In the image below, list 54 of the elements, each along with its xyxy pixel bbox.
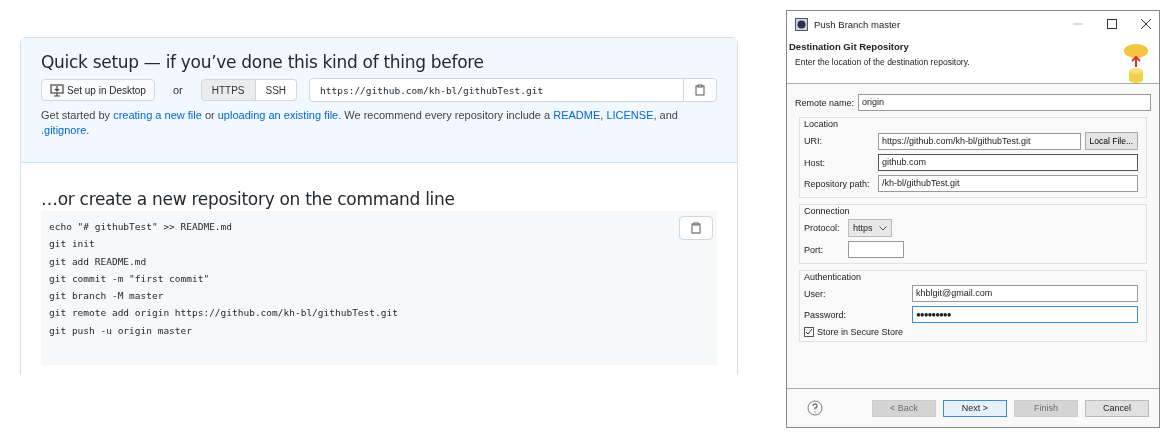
field-label: Repository path:: [804, 178, 871, 189]
field-label: Remote name:: [795, 97, 855, 108]
remote-name-field[interactable]: origin: [858, 94, 1151, 111]
user-field[interactable]: khblgit@gmail.com: [912, 285, 1138, 302]
code-line: echo "# githubTest" >> README.md: [49, 220, 233, 234]
group-label: Connection: [804, 206, 851, 216]
repository-path-field[interactable]: /kh-bl/githubTest.git: [878, 175, 1138, 192]
dialog-button[interactable]: Cancel: [1085, 399, 1149, 417]
host-field[interactable]: github.com: [878, 154, 1138, 171]
or-label: or: [172, 84, 183, 96]
checkbox-icon: [804, 327, 814, 337]
group-label: Location: [804, 119, 840, 129]
group-label: Authentication: [804, 272, 863, 282]
field-label: Protocol:: [804, 223, 841, 233]
cloud-upload-drawing: [1123, 41, 1149, 83]
clone-url-field[interactable]: https://github.com/kh-bl/githubTest.git: [309, 78, 717, 102]
clipboard-icon: [695, 84, 705, 96]
maximize-icon[interactable]: [1107, 19, 1117, 29]
code-line: git init: [49, 237, 95, 252]
code-line: git add README.md: [49, 254, 147, 269]
link[interactable]: uploading an existing file: [217, 109, 339, 121]
intro-text: Get started by creating a new file or uploading an existing file. We recommend every repository include a README, LICENSE, and .gitignore.: [41, 108, 679, 138]
code-line: git branch -M master: [49, 289, 164, 304]
copy-button[interactable]: [679, 216, 713, 240]
protocol-dropdown[interactable]: https: [848, 219, 892, 237]
dialog-button[interactable]: Next >: [943, 399, 1007, 417]
window-title: Push Branch master: [814, 18, 901, 30]
code-line: git remote add origin https://github.com/kh-bl/githubTest.git: [49, 306, 398, 321]
app-icon: [795, 17, 808, 31]
section-title: …or create a new repository on the command line: [41, 189, 456, 209]
code-line: git push -u origin master: [49, 323, 192, 338]
field-label: Host:: [804, 157, 826, 168]
section-title: Quick setup — if you’ve done this kind of thing before: [41, 52, 485, 72]
field-label: Password:: [804, 309, 848, 320]
protocol-tab[interactable]: HTTPS: [200, 79, 256, 101]
field-label: User:: [804, 288, 827, 299]
field-label: URI:: [804, 136, 823, 146]
help-icon[interactable]: [807, 400, 823, 416]
clipboard-icon: [691, 222, 701, 234]
desktop-download-icon: [50, 83, 64, 97]
password-field[interactable]: ●●●●●●●●●: [912, 306, 1138, 323]
protocol-tab[interactable]: SSH: [255, 79, 298, 101]
local-file-button[interactable]: Local File...: [1084, 132, 1138, 150]
field-label: Port:: [804, 244, 824, 255]
chevron-down-icon: [878, 225, 887, 231]
link[interactable]: creating a new file: [113, 109, 202, 121]
close-icon[interactable]: [1141, 19, 1151, 29]
secure-store-checkbox[interactable]: Store in Secure Store: [804, 327, 1138, 337]
page-description: Enter the location of the destination repository.: [794, 57, 971, 67]
page-title: Destination Git Repository: [789, 41, 910, 52]
code-line: git commit -m "first commit": [49, 271, 210, 286]
uri-field[interactable]: https://github.com/kh-bl/githubTest.git: [878, 132, 1081, 150]
port-field[interactable]: [848, 241, 904, 258]
setup-desktop-button[interactable]: Set up in Desktop: [41, 79, 155, 101]
